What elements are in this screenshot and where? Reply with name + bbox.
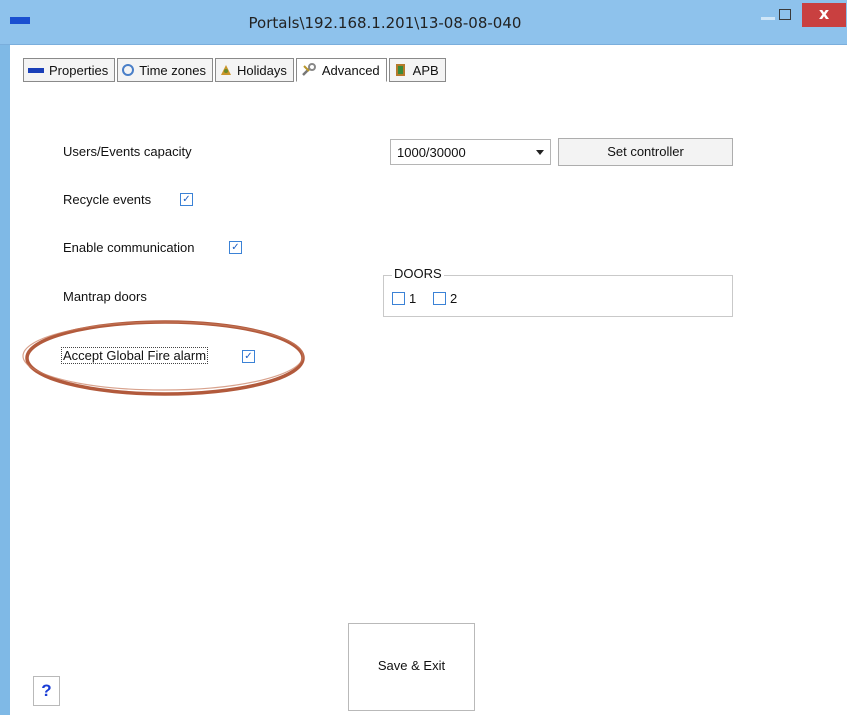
set-controller-button[interactable]: Set controller: [558, 138, 733, 166]
minimize-button[interactable]: [761, 17, 775, 20]
door-2-label: 2: [450, 291, 458, 306]
recycle-events-label: Recycle events: [63, 192, 152, 207]
window-title: Portals\192.168.1.201\13-08-08-040: [248, 14, 522, 32]
door-1-label: 1: [409, 291, 417, 306]
capacity-label: Users/Events capacity: [63, 144, 192, 159]
tab-label: Holidays: [236, 62, 287, 78]
apb-icon: [394, 63, 408, 77]
tab-holidays[interactable]: Holidays: [214, 58, 294, 82]
properties-icon: [28, 67, 44, 73]
holidays-icon: [220, 64, 232, 76]
help-button[interactable]: ?: [33, 676, 60, 706]
mantrap-doors-label: Mantrap doors: [63, 289, 147, 304]
door-1-checkbox[interactable]: [392, 292, 405, 305]
fire-alarm-checkbox[interactable]: ✓: [242, 350, 255, 363]
tab-advanced[interactable]: Advanced: [295, 58, 387, 82]
tab-time-zones[interactable]: Time zones: [117, 58, 213, 82]
tab-apb[interactable]: APB: [388, 58, 446, 82]
tab-strip: Properties Time zones Holidays Advanced …: [23, 58, 446, 84]
save-exit-button[interactable]: Save & Exit: [348, 623, 475, 711]
clock-icon: [122, 64, 135, 76]
doors-group-title: DOORS: [392, 266, 444, 281]
title-bar[interactable]: Portals\192.168.1.201\13-08-08-040 x: [0, 0, 847, 45]
fire-alarm-label-text: Accept Global Fire alarm: [61, 347, 209, 364]
chevron-down-icon: [536, 150, 544, 155]
enable-communication-label: Enable communication: [63, 240, 195, 255]
tab-label: Advanced: [321, 62, 380, 78]
recycle-events-checkbox[interactable]: ✓: [180, 193, 193, 206]
close-button[interactable]: x: [802, 3, 846, 27]
window-frame-left: [0, 0, 10, 715]
tab-properties[interactable]: Properties: [23, 58, 116, 82]
tab-label: APB: [412, 62, 439, 78]
tab-label: Properties: [49, 62, 109, 78]
door-2-checkbox[interactable]: [433, 292, 446, 305]
capacity-value: 1000/30000: [397, 145, 466, 160]
tab-label: Time zones: [139, 62, 206, 78]
enable-communication-checkbox[interactable]: ✓: [229, 241, 242, 254]
tools-icon: [301, 63, 317, 77]
capacity-select[interactable]: 1000/30000: [390, 139, 551, 165]
fire-alarm-label: Accept Global Fire alarm: [61, 347, 209, 364]
maximize-button[interactable]: [779, 9, 791, 20]
